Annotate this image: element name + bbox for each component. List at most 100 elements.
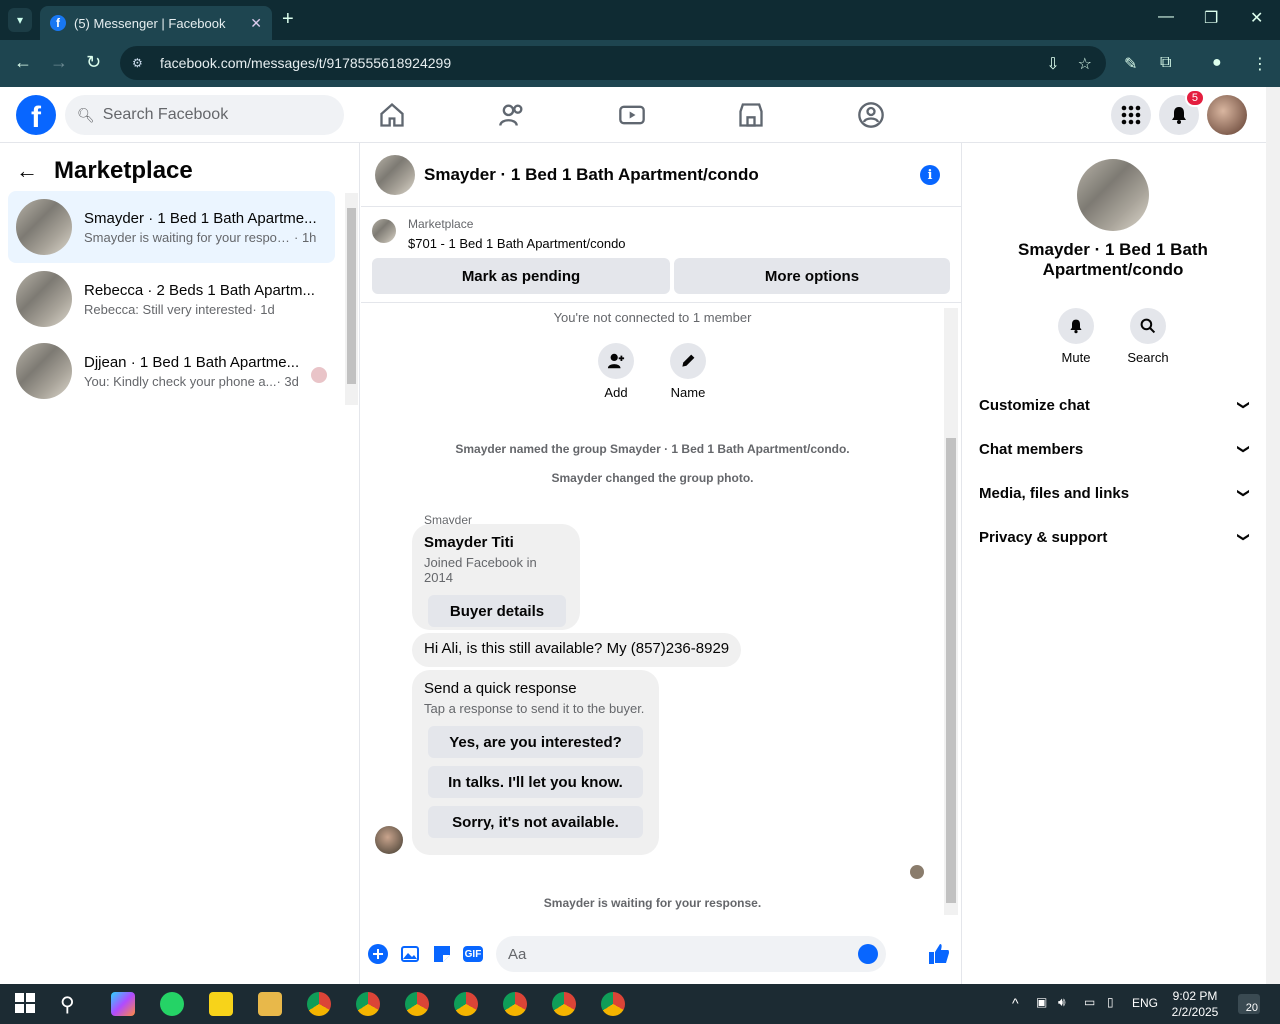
close-tab-icon[interactable]: ✕	[250, 15, 262, 32]
emoji-icon[interactable]	[858, 944, 878, 964]
facebook-logo-icon[interactable]: f	[16, 95, 56, 135]
section-label: Customize chat	[979, 396, 1090, 414]
privacy-support-section[interactable]: Privacy & support ❯	[979, 525, 1251, 549]
quick-reply-in-talks[interactable]: In talks. I'll let you know.	[428, 766, 643, 798]
mark-as-pending-button[interactable]: Mark as pending	[372, 258, 670, 294]
chrome-icon[interactable]	[307, 992, 331, 1016]
maximize-icon[interactable]: ❐	[1204, 8, 1218, 28]
home-icon[interactable]	[378, 101, 406, 129]
search-icon: 🔍︎	[77, 106, 95, 123]
mute-button[interactable]: Mute	[1046, 308, 1106, 365]
thumbs-up-icon[interactable]	[928, 943, 950, 971]
forward-icon[interactable]: →	[50, 52, 68, 73]
chrome-icon[interactable]	[454, 992, 478, 1016]
message-scrollbar[interactable]	[944, 308, 958, 915]
volume-icon[interactable]: 🔊︎	[1058, 995, 1066, 1010]
profile-icon[interactable]: ●	[1212, 54, 1222, 72]
message-bubble[interactable]: Hi Ali, is this still available? My (857…	[412, 633, 742, 667]
whatsapp-icon[interactable]	[160, 992, 184, 1016]
notification-center-icon[interactable]: 20	[1238, 994, 1260, 1014]
extensions-icon[interactable]: ⧉	[1160, 54, 1171, 72]
language-indicator[interactable]: ENG	[1132, 996, 1158, 1010]
conversation-name: Djjean · 1 Bed 1 Bath Apartme...	[84, 353, 300, 371]
add-person-icon	[598, 343, 634, 379]
conversation-item-rebecca[interactable]: Rebecca · 2 Beds 1 Bath Apartm... Rebecc…	[8, 263, 335, 335]
network-icon[interactable]: ▭	[1084, 995, 1095, 1009]
copilot-icon[interactable]	[111, 992, 135, 1016]
chrome-icon[interactable]	[601, 992, 625, 1016]
sender-avatar[interactable]	[375, 826, 403, 854]
more-options-button[interactable]: More options	[674, 258, 950, 294]
minimize-icon[interactable]: —	[1158, 8, 1174, 26]
conversation-item-djjean[interactable]: Djjean · 1 Bed 1 Bath Apartme... You: Ki…	[8, 335, 335, 407]
search-icon	[1130, 308, 1166, 344]
page-scrollbar[interactable]	[1266, 87, 1280, 984]
conversation-name: Smayder · 1 Bed 1 Bath Apartme...	[84, 209, 317, 227]
install-app-icon[interactable]: ⇩	[1046, 54, 1059, 74]
sidebar-scrollbar[interactable]	[345, 193, 358, 405]
sticky-notes-icon[interactable]	[209, 992, 233, 1016]
group-photo[interactable]	[1077, 159, 1149, 231]
chrome-icon[interactable]	[405, 992, 429, 1016]
marketplace-icon[interactable]	[737, 101, 765, 129]
friends-icon[interactable]	[498, 101, 526, 129]
chrome-icon[interactable]	[552, 992, 576, 1016]
pen-icon[interactable]: ✎	[1124, 54, 1137, 74]
listing-thumbnail[interactable]	[372, 219, 396, 243]
tab-search-button[interactable]: ▾	[8, 8, 32, 32]
group-name: Smayder · 1 Bed 1 Bath Apartment/condo	[983, 240, 1243, 280]
windows-start-icon[interactable]	[14, 992, 38, 1016]
chrome-icon[interactable]	[503, 992, 527, 1016]
menu-dots-icon[interactable]: ⋮	[1252, 54, 1268, 74]
quick-reply-interested[interactable]: Yes, are you interested?	[428, 726, 643, 758]
menu-grid-icon[interactable]	[1111, 95, 1151, 135]
battery-icon[interactable]: ▯	[1107, 995, 1114, 1009]
buyer-profile-card: Smayder Titi Joined Facebook in 2014 Buy…	[412, 524, 580, 630]
group-name-line1: Smayder · 1 Bed 1 Bath	[1018, 240, 1208, 259]
notifications-bell-icon[interactable]: 5	[1159, 89, 1205, 135]
address-bar[interactable]: ⚙ facebook.com/messages/t/91785556189242…	[120, 46, 1106, 80]
clock[interactable]: 9:02 PM 2/2/2025	[1160, 988, 1230, 1020]
bookmark-star-icon[interactable]: ☆	[1078, 54, 1092, 74]
search-icon[interactable]: ⚲	[60, 992, 84, 1016]
groups-icon[interactable]	[857, 101, 885, 129]
browser-tab-bar: ▾ f (5) Messenger | Facebook ✕ + — ❐ ✕	[0, 0, 1280, 40]
conversation-thumbnail	[16, 271, 72, 327]
media-files-links-section[interactable]: Media, files and links ❯	[979, 481, 1251, 505]
quick-reply-not-available[interactable]: Sorry, it's not available.	[428, 806, 643, 838]
facebook-search-input[interactable]: 🔍︎ Search Facebook	[65, 95, 344, 135]
info-icon[interactable]: i	[920, 165, 940, 185]
account-avatar[interactable]	[1207, 95, 1247, 135]
conversation-item-smayder[interactable]: Smayder · 1 Bed 1 Bath Apartme... Smayde…	[8, 191, 335, 263]
back-arrow-icon[interactable]: ←	[16, 158, 38, 184]
conversation-thumbnail	[16, 343, 72, 399]
reload-icon[interactable]: ↻	[86, 52, 101, 73]
back-icon[interactable]: ←	[14, 52, 32, 73]
new-tab-icon[interactable]: +	[282, 8, 294, 31]
conversation-thumbnail	[16, 199, 72, 255]
listing-price[interactable]: $701 - 1 Bed 1 Bath Apartment/condo	[408, 236, 626, 251]
chat-group-photo[interactable]	[375, 154, 415, 195]
show-hidden-icons-icon[interactable]: ^	[1012, 995, 1019, 1011]
site-info-icon[interactable]: ⚙	[132, 56, 148, 70]
message-input[interactable]: Aa	[496, 936, 886, 972]
chat-members-section[interactable]: Chat members ❯	[979, 437, 1251, 461]
video-icon[interactable]	[618, 101, 646, 129]
close-window-icon[interactable]: ✕	[1250, 8, 1263, 28]
event-changed-photo: Smayder changed the group photo.	[551, 471, 754, 485]
gif-icon[interactable]: GIF	[463, 946, 483, 962]
buyer-details-button[interactable]: Buyer details	[428, 595, 566, 627]
chat-title[interactable]: Smayder · 1 Bed 1 Bath Apartment/condo	[424, 165, 759, 185]
search-conversation-button[interactable]: Search	[1118, 308, 1178, 365]
name-group-button[interactable]: Name	[658, 343, 718, 400]
chrome-icon[interactable]	[356, 992, 380, 1016]
file-explorer-icon[interactable]	[258, 992, 282, 1016]
photo-icon[interactable]	[400, 944, 420, 964]
section-label: Media, files and links	[979, 484, 1130, 502]
customize-chat-section[interactable]: Customize chat ❯	[979, 393, 1251, 417]
meet-icon[interactable]: ▣	[1036, 995, 1047, 1009]
sticker-icon[interactable]	[432, 944, 452, 964]
plus-circle-icon[interactable]	[368, 944, 388, 964]
browser-tab[interactable]: f (5) Messenger | Facebook ✕	[40, 6, 272, 40]
add-member-button[interactable]: Add	[586, 343, 646, 400]
